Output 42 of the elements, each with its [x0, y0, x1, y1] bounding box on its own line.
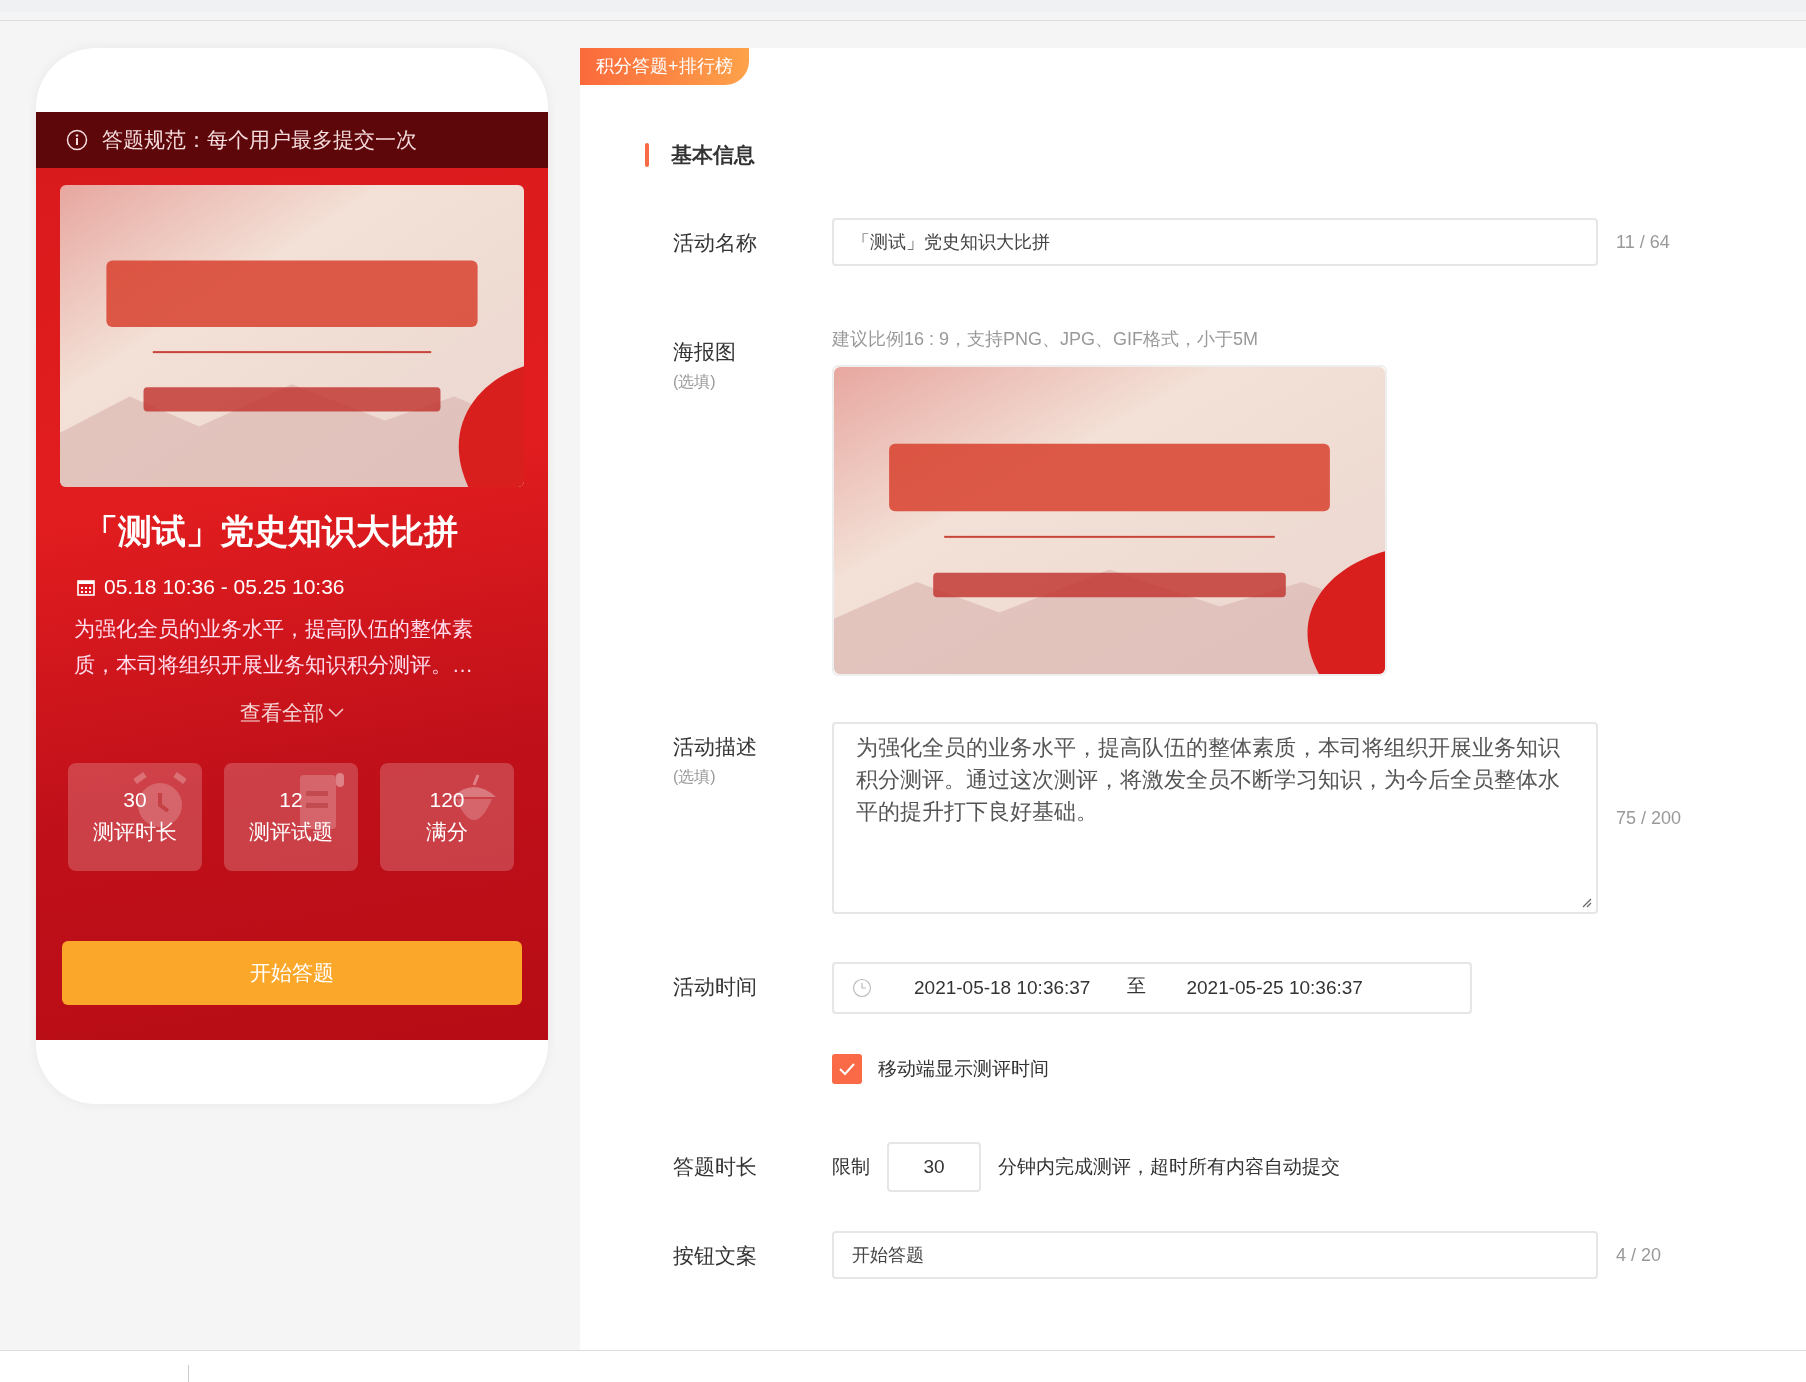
- checkbox-label: 移动端显示测评时间: [878, 1057, 1049, 1081]
- description-textarea[interactable]: 为强化全员的业务水平，提高队伍的整体素质，本司将组织开展业务知识积分测评。通过这次测评，将激发全员不断学习知识，为今后全员整体水平的提升打下良好基础。: [832, 722, 1598, 914]
- view-all-link[interactable]: 查看全部: [240, 699, 344, 727]
- duration-suffix: 分钟内完成测评，超时所有内容自动提交: [998, 1155, 1340, 1179]
- stat-label: 测评时长: [93, 819, 177, 845]
- activity-title: 「测试」党史知识大比拼: [84, 511, 459, 552]
- checkbox[interactable]: [832, 1054, 862, 1084]
- field-label: 按钮文案: [673, 1243, 758, 1269]
- minutes-input-field[interactable]: 30: [887, 1142, 981, 1192]
- stat-label: 满分: [426, 819, 468, 845]
- info-icon: [66, 129, 88, 151]
- clock-icon: [852, 978, 872, 998]
- activity-type-tag: 积分答题+排行榜: [580, 48, 749, 85]
- field-label: 答题时长: [673, 1154, 758, 1180]
- field-label: 活动名称: [673, 230, 758, 256]
- character-counter: 11 / 64: [1616, 231, 1670, 253]
- field-label: 活动时间: [673, 974, 758, 1000]
- stat-value: 120: [429, 788, 465, 812]
- end-date: 2021-05-25 10:36:37: [1186, 977, 1363, 999]
- notice-text: 答题规范：每个用户最多提交一次: [102, 127, 417, 153]
- character-counter: 4 / 20: [1616, 1244, 1662, 1266]
- stat-value: 12: [279, 788, 303, 812]
- checkmark-icon: [838, 1062, 856, 1076]
- stat-label: 测评试题: [249, 819, 333, 845]
- text-input-field[interactable]: 「测试」党史知识大比拼: [832, 218, 1598, 266]
- date-range-picker[interactable]: 2021-05-18 10:36:37 至 2021-05-25 10:36:37: [832, 962, 1472, 1014]
- chevron-down-icon: [328, 708, 344, 718]
- upload-hint: 建议比例16 : 9，支持PNG、JPG、GIF格式，小于5M: [832, 328, 1260, 351]
- activity-description: 为强化全员的业务水平，提高队伍的整体素质，本司将组织开展业务知识积分测评。…: [74, 616, 474, 678]
- range-separator: 至: [1127, 974, 1147, 998]
- date-range: 05.18 10:36 - 05.25 10:36: [104, 575, 345, 599]
- calendar-icon: [76, 577, 96, 597]
- optional-note: (选填): [673, 767, 717, 787]
- section-title: 基本信息: [671, 142, 755, 168]
- stat-value: 30: [123, 788, 147, 812]
- duration-prefix: 限制: [832, 1155, 870, 1179]
- start-date: 2021-05-18 10:36:37: [914, 977, 1091, 999]
- field-label: 海报图: [673, 339, 737, 365]
- character-counter: 75 / 200: [1616, 807, 1682, 829]
- optional-note: (选填): [673, 372, 717, 392]
- resize-handle-icon[interactable]: [1580, 896, 1592, 908]
- field-label: 活动描述: [673, 734, 758, 760]
